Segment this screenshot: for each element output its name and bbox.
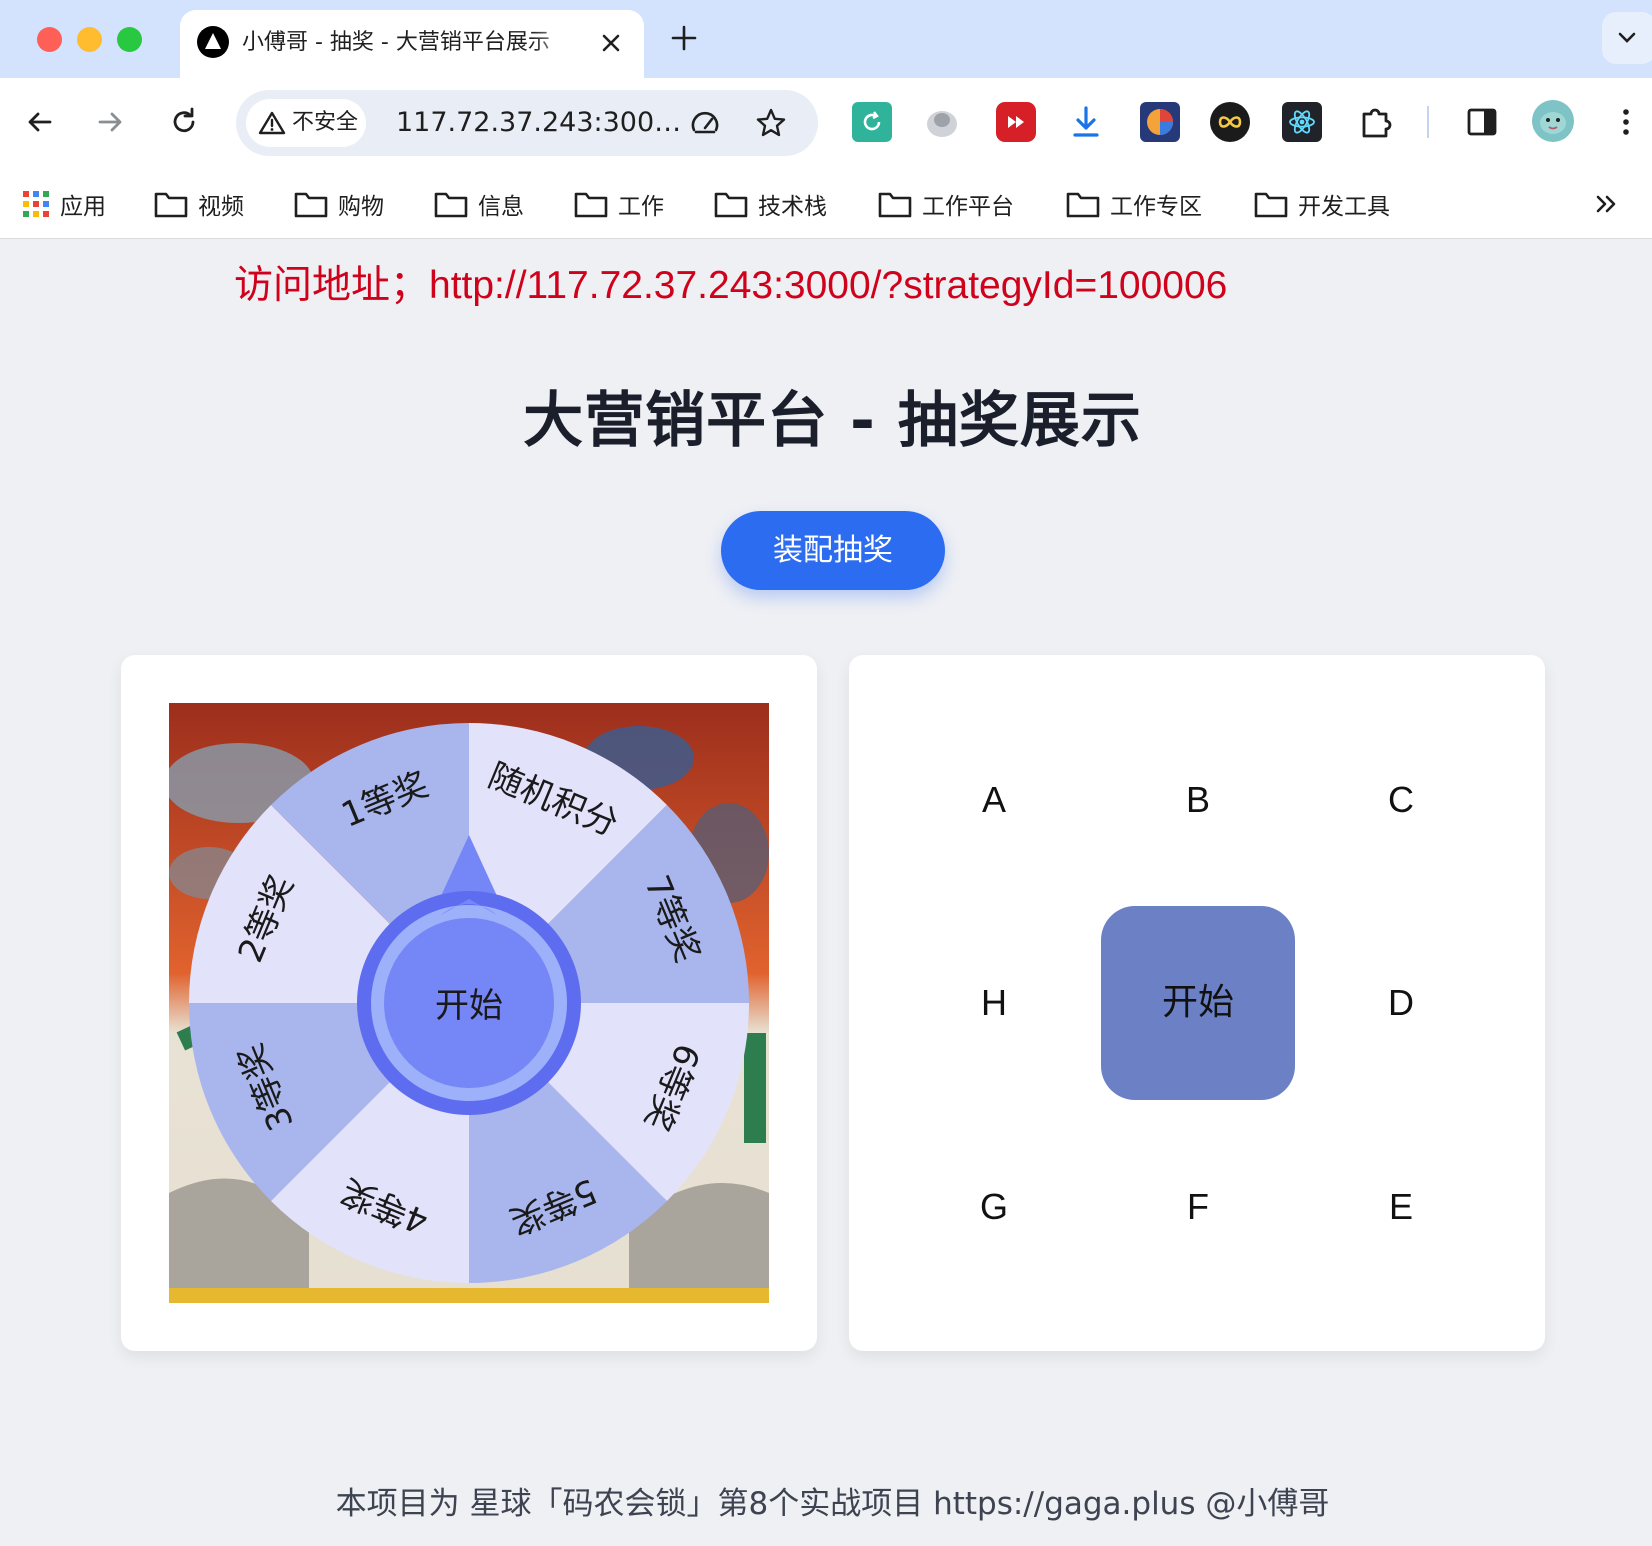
folder-icon xyxy=(294,192,328,218)
toolbar-separator xyxy=(1427,106,1429,138)
bookmark-folder[interactable]: 信息 xyxy=(434,184,524,224)
bookmarks-bar: 应用 视频 购物 信息 工作 技术栈 工作平台 工作专区 开发工具 xyxy=(0,170,1652,239)
grid-start-button[interactable]: 开始 xyxy=(1101,906,1295,1100)
infinity-extension-icon[interactable] xyxy=(1210,102,1250,142)
sheep-icon xyxy=(927,111,957,137)
folder-icon xyxy=(1254,192,1288,218)
close-tab-icon[interactable] xyxy=(594,26,628,60)
bookmark-label: 工作专区 xyxy=(1110,194,1202,220)
grid-cell-h: H xyxy=(981,982,1007,1023)
download-icon[interactable] xyxy=(1066,102,1106,142)
folder-icon xyxy=(574,192,608,218)
bookmark-label: 工作 xyxy=(618,194,664,220)
grid-cell-d: D xyxy=(1388,982,1414,1023)
footer-text: 本项目为 星球「码农会锁」第8个实战项目 https://gaga.plus @… xyxy=(335,1486,1330,1522)
bookmark-folder[interactable]: 工作平台 xyxy=(878,184,1014,224)
chevron-down-icon xyxy=(1618,32,1636,43)
bookmark-folder[interactable]: 视频 xyxy=(154,184,244,224)
tab-title: 小傅哥 - 抽奖 - 大营销平台展示 xyxy=(242,30,550,55)
grid-cell-b: B xyxy=(1185,779,1210,820)
bookmark-label: 视频 xyxy=(198,194,244,220)
circular-arrows-icon xyxy=(863,111,881,131)
wheel-start-label: 开始 xyxy=(435,986,503,1026)
bookmark-label: 工作平台 xyxy=(922,194,1014,220)
bookmark-star-icon[interactable] xyxy=(754,106,788,140)
refresh-extension-icon[interactable] xyxy=(852,102,892,142)
fast-forward-icon xyxy=(1008,116,1024,128)
nextjs-favicon-icon xyxy=(197,26,229,58)
bookmark-folder[interactable]: 技术栈 xyxy=(714,184,827,224)
avatar-icon xyxy=(1540,112,1566,134)
double-chevron-right-icon[interactable] xyxy=(1590,188,1622,220)
bookmark-label: 技术栈 xyxy=(758,194,827,220)
more-menu-icon[interactable] xyxy=(1606,102,1646,142)
folder-icon xyxy=(878,192,912,218)
folder-icon xyxy=(1066,192,1100,218)
lucky-wheel: 随机积分7等奖6等奖5等奖4等奖3等奖2等奖1等奖 开始 xyxy=(169,703,769,1303)
folder-icon xyxy=(434,192,468,218)
bookmark-apps[interactable]: 应用 xyxy=(22,184,106,224)
url-text[interactable]: 117.72.37.243:3000/?strategyId=100006 xyxy=(396,90,696,156)
forward-arrow-icon[interactable] xyxy=(90,102,130,142)
security-label: 不安全 xyxy=(292,110,359,135)
infinity-icon xyxy=(1218,116,1242,128)
minimize-window-button[interactable] xyxy=(77,27,102,52)
video-extension-icon[interactable] xyxy=(996,102,1036,142)
assemble-lottery-button[interactable]: 装配抽奖 xyxy=(721,511,945,590)
extensions-puzzle-icon[interactable] xyxy=(1356,102,1396,142)
access-url-notice: 访问地址；http://117.72.37.243:3000/?strategy… xyxy=(234,264,1228,307)
grid-cell-e: E xyxy=(1388,1186,1413,1227)
bookmark-folder[interactable]: 购物 xyxy=(294,184,384,224)
grid-cell-a: A xyxy=(981,779,1006,820)
bookmark-folder[interactable]: 工作专区 xyxy=(1066,184,1202,224)
sheep-extension-icon[interactable] xyxy=(922,102,962,142)
active-tab[interactable]: 小傅哥 - 抽奖 - 大营销平台展示 xyxy=(180,10,644,78)
performance-gauge-icon[interactable] xyxy=(688,106,722,140)
close-window-button[interactable] xyxy=(37,27,62,52)
bookmark-label: 应用 xyxy=(60,194,106,220)
warning-triangle-icon xyxy=(258,111,286,135)
react-devtools-icon[interactable] xyxy=(1282,102,1322,142)
browser-toolbar: 不安全 117.72.37.243:3000/?strategyId=10000… xyxy=(0,78,1652,170)
color-wheel-icon xyxy=(1147,109,1173,135)
maximize-window-button[interactable] xyxy=(117,27,142,52)
lucky-wheel-card: 随机积分 7等奖 6等奖 5等奖 4等奖 3等奖 2等奖 1等奖 开始 xyxy=(121,655,817,1351)
bookmark-folder[interactable]: 工作 xyxy=(574,184,664,224)
new-tab-icon[interactable] xyxy=(666,20,702,56)
tab-search-button[interactable] xyxy=(1602,12,1652,64)
grid-cell-f: F xyxy=(1187,1186,1209,1227)
grid-cell-g: G xyxy=(979,1186,1008,1227)
bookmark-label: 开发工具 xyxy=(1298,194,1390,220)
side-panel-icon[interactable] xyxy=(1462,102,1502,142)
apps-grid-icon xyxy=(23,191,49,217)
page-title: 大营销平台 - 抽奖展示 xyxy=(523,386,1142,456)
tab-strip: 小傅哥 - 抽奖 - 大营销平台展示 xyxy=(0,0,1652,78)
folder-icon xyxy=(714,192,748,218)
colorful-extension-icon[interactable] xyxy=(1140,102,1180,142)
back-arrow-icon[interactable] xyxy=(20,102,60,142)
bookmark-label: 购物 xyxy=(338,194,384,220)
address-bar[interactable]: 不安全 117.72.37.243:3000/?strategyId=10000… xyxy=(236,90,818,156)
profile-avatar[interactable] xyxy=(1532,100,1574,142)
react-atom-icon xyxy=(1289,110,1315,134)
bookmark-label: 信息 xyxy=(478,194,524,220)
security-chip[interactable]: 不安全 xyxy=(246,99,366,147)
nine-grid-card: A B C H 开始 D G F E xyxy=(849,655,1545,1351)
bookmark-folder[interactable]: 开发工具 xyxy=(1254,184,1390,224)
reload-icon[interactable] xyxy=(164,102,204,142)
folder-icon xyxy=(154,192,188,218)
grid-cell-c: C xyxy=(1388,779,1414,820)
